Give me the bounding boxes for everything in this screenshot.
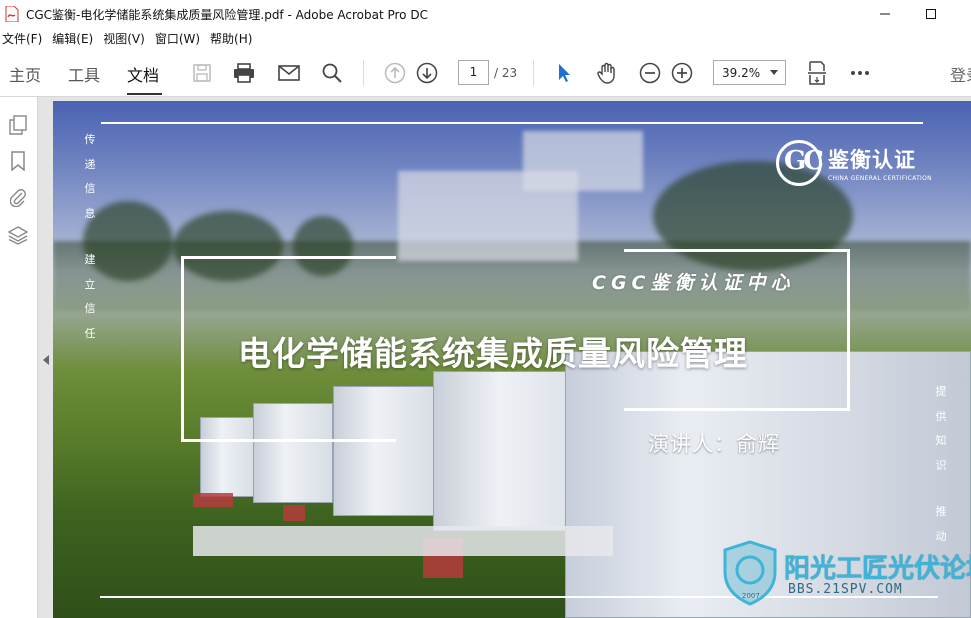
bookmark-icon[interactable]	[6, 149, 30, 173]
page-total: / 23	[494, 66, 518, 80]
page-number-input[interactable]: 1	[458, 60, 489, 85]
forum-watermark: 2007 阳光工匠光伏论坛 BBS.21SPV.COM	[722, 540, 971, 610]
container-base	[283, 505, 305, 521]
hand-icon[interactable]	[595, 61, 619, 85]
collapse-pane-icon[interactable]	[43, 355, 49, 365]
logo-english-name: CHINA GENERAL CERTIFICATION	[828, 175, 932, 182]
background-building	[523, 131, 643, 191]
logo-monogram: GC	[784, 146, 824, 176]
zoom-value: 39.2%	[722, 66, 761, 80]
tab-home[interactable]: 主页	[9, 62, 41, 86]
logo-chinese-name: 鉴衡认证	[828, 148, 916, 172]
vertical-slogan-trust: 建立信任	[84, 253, 96, 341]
zoom-out-icon[interactable]	[638, 61, 662, 85]
save-icon[interactable]	[190, 61, 214, 85]
attachment-icon[interactable]	[6, 185, 30, 209]
tab-tools[interactable]: 工具	[68, 62, 100, 86]
speaker-name: 演讲人：俞辉	[648, 432, 780, 456]
slide-top-rule	[101, 122, 923, 124]
page-up-icon[interactable]	[383, 61, 407, 85]
toolbar-separator	[363, 60, 364, 86]
minimize-button[interactable]	[862, 0, 908, 28]
fit-page-icon[interactable]	[805, 61, 829, 85]
select-cursor-icon[interactable]	[552, 61, 576, 85]
maximize-button[interactable]	[908, 0, 954, 28]
watermark-title: 阳光工匠光伏论坛	[784, 554, 971, 584]
chevron-down-icon	[770, 70, 778, 75]
slide-title: 电化学储能系统集成质量风险管理	[238, 334, 748, 373]
layers-icon[interactable]	[6, 223, 30, 247]
menu-edit[interactable]: 编辑(E)	[48, 30, 99, 47]
zoom-in-icon[interactable]	[670, 61, 694, 85]
org-name: CGC鉴衡认证中心	[592, 272, 795, 294]
window-title: CGC鉴衡-电化学储能系统集成质量风险管理.pdf - Adobe Acroba…	[26, 7, 428, 22]
vertical-slogan-knowledge: 提供知识	[935, 385, 947, 473]
watermark-url: BBS.21SPV.COM	[788, 582, 903, 597]
more-icon[interactable]	[848, 61, 872, 85]
title-bar: CGC鉴衡-电化学储能系统集成质量风险管理.pdf - Adobe Acroba…	[0, 0, 971, 28]
search-icon[interactable]	[320, 61, 344, 85]
zoom-select[interactable]: 39.2%	[713, 60, 786, 85]
cgc-logo: GC 鉴衡认证 CHINA GENERAL CERTIFICATION	[776, 140, 932, 190]
concrete-pad	[193, 526, 613, 556]
active-tab-indicator	[127, 93, 162, 95]
menu-file[interactable]: 文件(F)	[0, 30, 48, 47]
pages-icon[interactable]	[6, 113, 30, 137]
menu-bar: 文件(F) 编辑(E) 视图(V) 窗口(W) 帮助(H)	[0, 28, 971, 48]
menu-help[interactable]: 帮助(H)	[206, 30, 258, 47]
pdf-file-icon	[5, 5, 19, 23]
page-down-icon[interactable]	[415, 61, 439, 85]
print-icon[interactable]	[232, 61, 256, 85]
tab-document[interactable]: 文档	[127, 62, 159, 86]
navigation-pane	[0, 97, 38, 618]
container-base	[193, 493, 233, 507]
email-icon[interactable]	[277, 61, 301, 85]
svg-text:2007: 2007	[742, 592, 760, 600]
menu-window[interactable]: 窗口(W)	[151, 30, 206, 47]
shield-icon: 2007	[722, 540, 778, 606]
toolbar-separator	[533, 60, 534, 86]
signin-link[interactable]: 登录	[950, 62, 971, 86]
vertical-slogan-transmit: 传递信息	[84, 133, 96, 221]
menu-view[interactable]: 视图(V)	[99, 30, 151, 47]
